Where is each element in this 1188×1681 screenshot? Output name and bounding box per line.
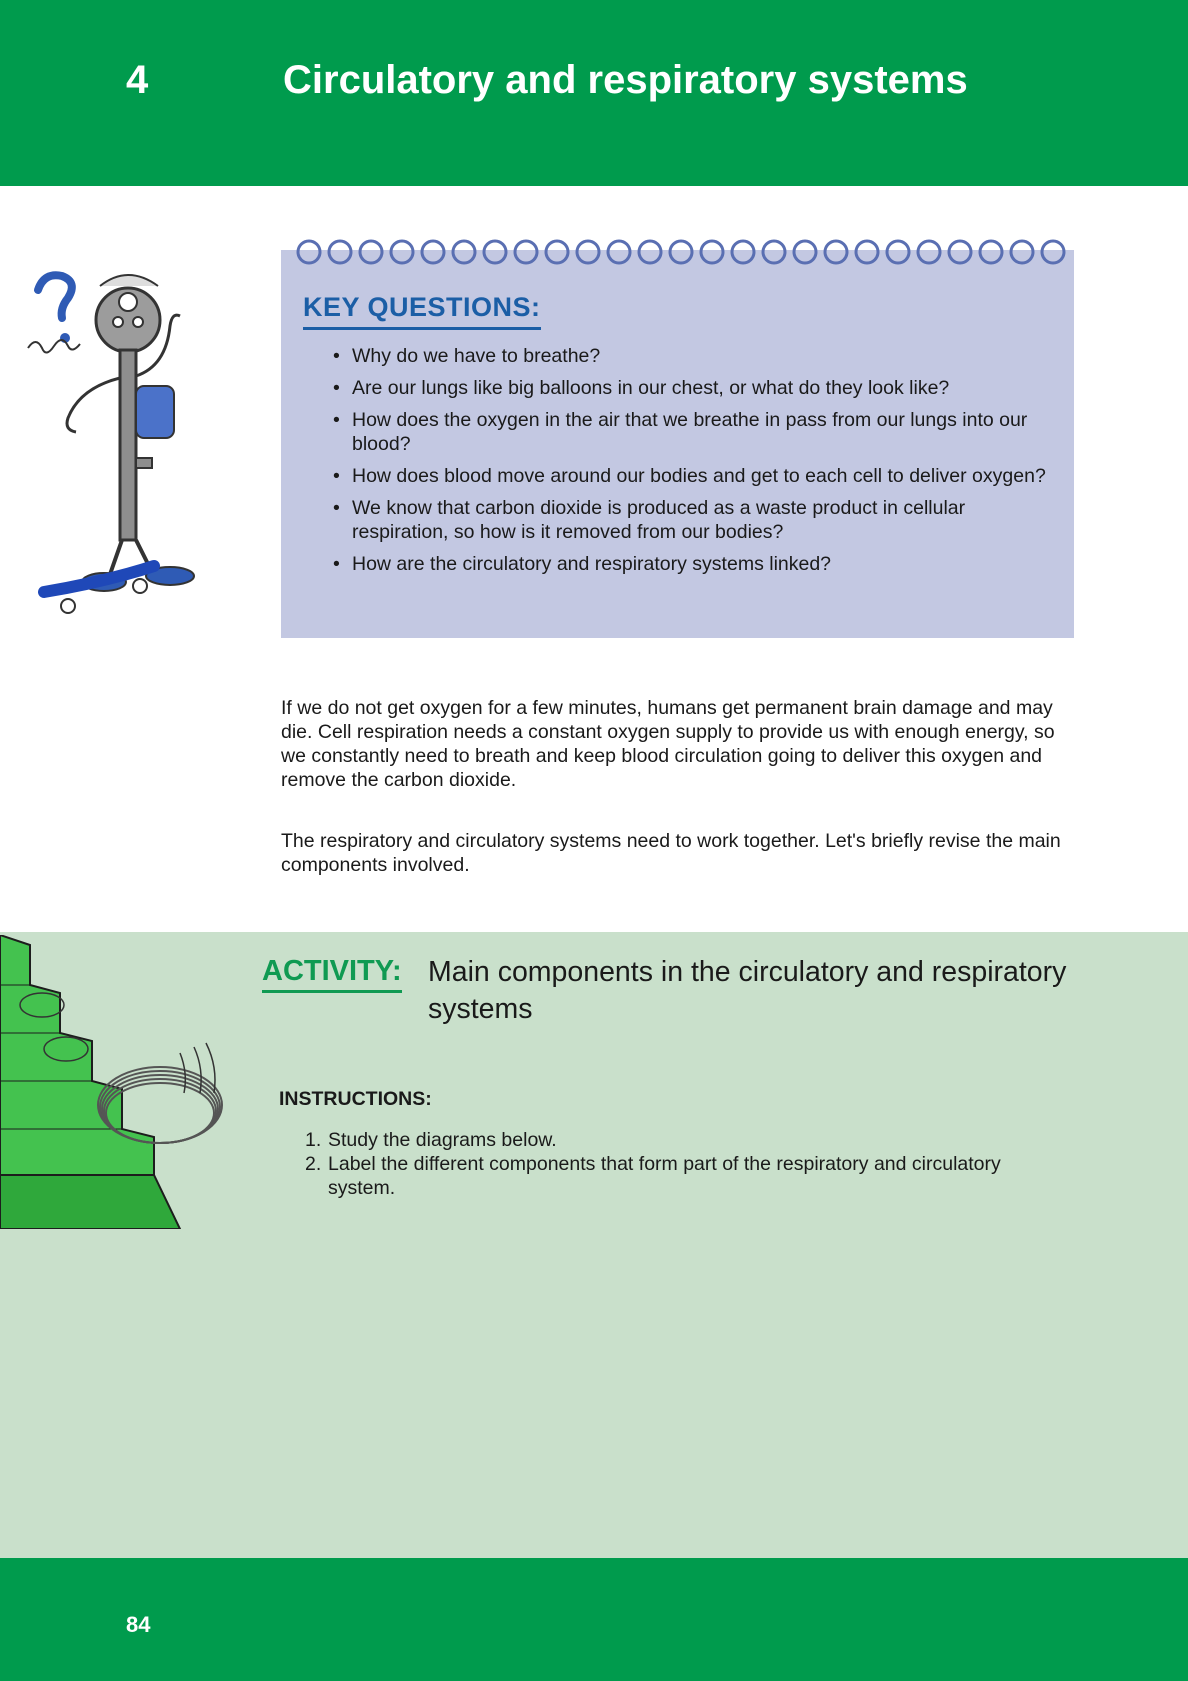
list-item: Are our lungs like big balloons in our c… [330,376,1060,400]
intro-paragraph: If we do not get oxygen for a few minute… [281,697,1055,791]
page-footer [0,1558,1188,1681]
list-item: 2. Label the different components that f… [305,1152,1065,1200]
activity-label: ACTIVITY: [262,955,402,993]
spring-on-stairs-icon [0,935,223,1229]
instruction-text: Study the diagrams below. [328,1129,557,1151]
activity-title: Main components in the circulatory and r… [428,956,1067,1025]
list-number: 1. [305,1129,322,1151]
instructions-heading: INSTRUCTIONS: [279,1088,432,1110]
key-questions-list: Why do we have to breathe? Are our lungs… [330,344,1060,584]
list-item: How does blood move around our bodies an… [330,464,1060,488]
chapter-header: 4 Circulatory and respiratory systems [0,0,1188,186]
page-number: 84 [126,1612,151,1637]
chapter-number: 4 [126,58,149,102]
chapter-title: Circulatory and respiratory systems [283,58,968,102]
notepad-spiral-binding [296,239,1066,265]
list-item: We know that carbon dioxide is produced … [330,496,1060,544]
list-number: 2. [305,1153,322,1175]
instructions-list: 1. Study the diagrams below. 2. Label th… [305,1128,1065,1200]
revise-paragraph: The respiratory and circulatory systems … [281,830,1061,876]
list-item: How does the oxygen in the air that we b… [330,408,1060,456]
list-item: 1. Study the diagrams below. [305,1128,1065,1152]
list-item: Why do we have to breathe? [330,344,1060,368]
list-item: How are the circulatory and respiratory … [330,552,1060,576]
key-character-on-skateboard-icon [27,271,195,614]
key-questions-title: KEY QUESTIONS: [303,292,541,330]
instruction-text: Label the different components that form… [328,1153,1001,1199]
